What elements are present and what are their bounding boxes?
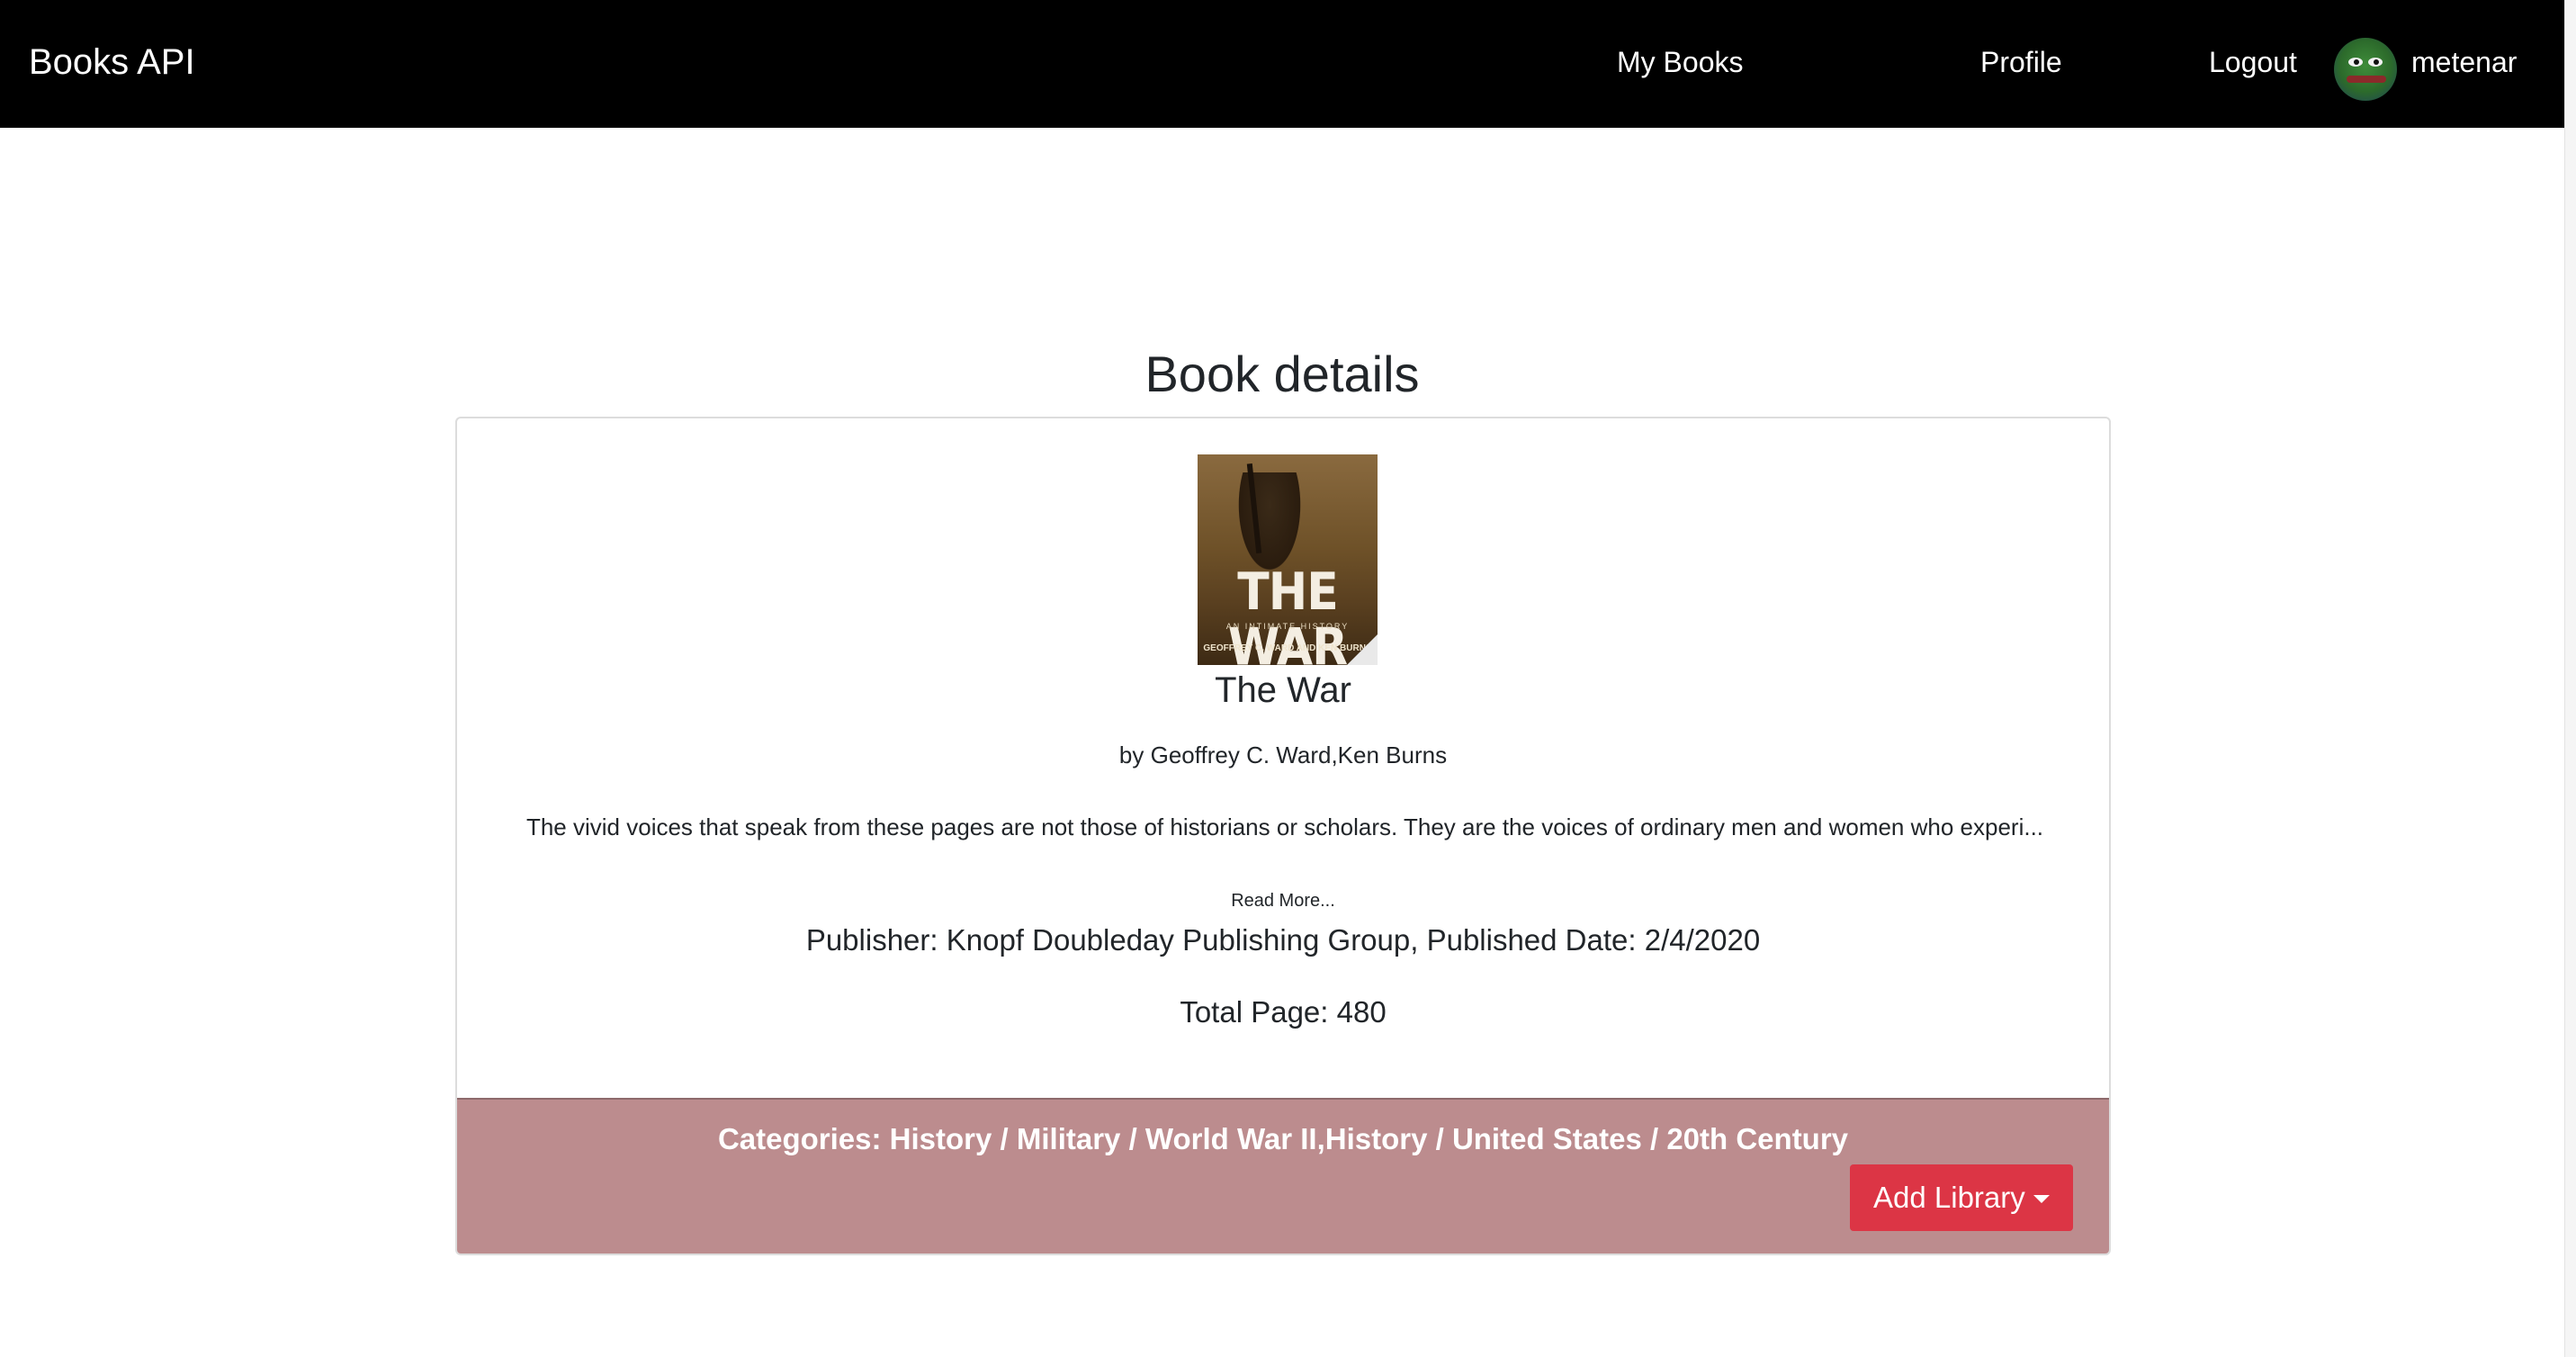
total-page-info: Total Page: 480 — [1180, 995, 1387, 1029]
cover-subtitle-text: AN INTIMATE HISTORY — [1225, 622, 1350, 631]
page-scrollbar[interactable] — [2564, 0, 2576, 1357]
nav-logout-link[interactable]: Logout — [2209, 0, 2297, 128]
page-title: Book details — [1144, 346, 1420, 402]
avatar-eye-right — [2368, 58, 2383, 67]
top-navbar: Books API My Books Profile Logout metena… — [0, 0, 2564, 128]
card-footer: Categories: History / Military / World W… — [457, 1098, 2109, 1254]
nav-profile-link[interactable]: Profile — [1980, 0, 2062, 128]
book-description: The vivid voices that speak from these p… — [525, 813, 2044, 840]
username-label[interactable]: metenar — [2411, 0, 2517, 128]
caret-down-icon — [2033, 1195, 2050, 1203]
avatar-eye-left — [2348, 58, 2363, 67]
read-more-link[interactable]: Read More... — [457, 888, 2109, 913]
book-authors: by Geoffrey C. Ward,Ken Burns — [1118, 741, 1448, 768]
book-details-card: THE WAR AN INTIMATE HISTORY GEOFFREY C. … — [455, 417, 2111, 1255]
cover-page-curl-icon — [1347, 634, 1378, 665]
book-title: The War — [1215, 670, 1351, 710]
avatar-mouth — [2347, 76, 2386, 83]
nav-my-books-link[interactable]: My Books — [1617, 0, 1743, 128]
add-library-dropdown-button[interactable]: Add Library — [1850, 1164, 2073, 1231]
categories-label: Categories: History / Military / World W… — [717, 1122, 1849, 1155]
add-library-label: Add Library — [1873, 1181, 2025, 1214]
book-cover-image: THE WAR AN INTIMATE HISTORY GEOFFREY C. … — [1198, 454, 1378, 665]
card-body: THE WAR AN INTIMATE HISTORY GEOFFREY C. … — [457, 418, 2109, 1098]
brand-link[interactable]: Books API — [29, 0, 195, 128]
publisher-info: Publisher: Knopf Doubleday Publishing Gr… — [805, 923, 1761, 957]
user-avatar[interactable] — [2334, 38, 2397, 101]
